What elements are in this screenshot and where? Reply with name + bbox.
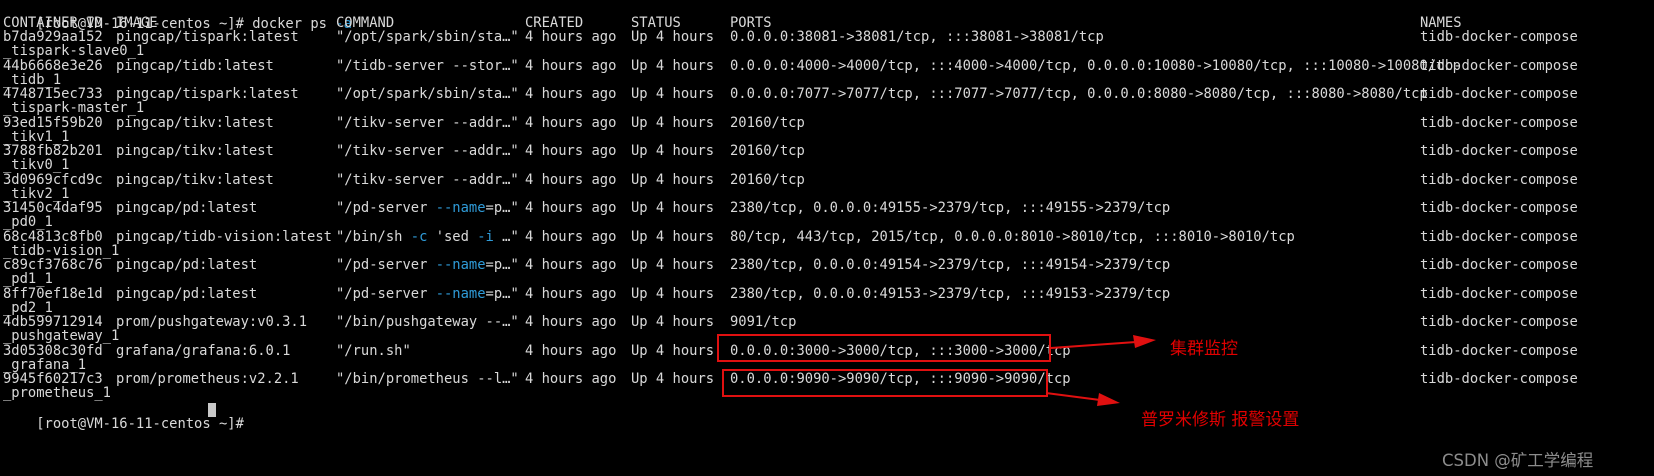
annotation-arrows [1045, 335, 1156, 406]
prometheus-annotation-label: 普罗米修斯 报警设置 [1141, 410, 1300, 430]
csdn-watermark: CSDN @矿工学编程 [1442, 451, 1594, 470]
grafana-annotation-label: 集群监控 [1170, 339, 1238, 359]
grafana-arrow [1050, 335, 1156, 349]
prometheus-arrow [1045, 392, 1120, 406]
